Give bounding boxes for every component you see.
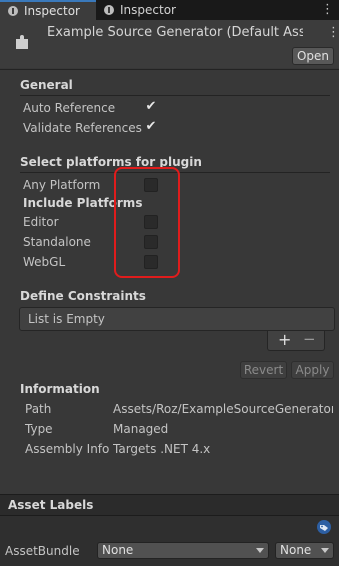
info-assembly-value: Targets .NET 4.x (113, 442, 211, 456)
tab-label: Inspector (24, 4, 80, 18)
revert-button[interactable]: Revert (240, 361, 287, 379)
tab-menu-icon[interactable]: ⋮ (321, 3, 334, 16)
info-path-key: Path (25, 402, 52, 416)
general-section-title: General (20, 78, 73, 92)
validate-references-checkbox[interactable]: ✔ (144, 120, 158, 134)
platform-standalone-label: Standalone (23, 235, 91, 249)
add-constraint-button[interactable]: + (278, 330, 291, 349)
asset-bundle-value: None (102, 543, 134, 557)
tag-icon[interactable] (316, 520, 332, 534)
info-assembly-key: Assembly Info (25, 442, 110, 456)
highlight-annotation (114, 167, 180, 278)
constraints-section-title: Define Constraints (20, 289, 146, 303)
any-platform-label: Any Platform (23, 178, 101, 192)
asset-bundle-label: AssetBundle (5, 544, 80, 558)
info-icon (104, 5, 114, 15)
header-menu-icon[interactable]: ⋮ (327, 26, 339, 39)
asset-labels-title: Asset Labels (8, 498, 94, 512)
asset-variant-dropdown[interactable]: None (275, 542, 334, 559)
info-type-key: Type (25, 422, 53, 436)
constraints-list: List is Empty (19, 307, 335, 331)
open-button[interactable]: Open (292, 47, 334, 65)
tab-label: Inspector (120, 3, 176, 17)
auto-reference-label: Auto Reference (23, 101, 116, 115)
plugin-puzzle-icon (16, 35, 28, 49)
info-type-value: Managed (113, 422, 169, 436)
asset-bundle-dropdown[interactable]: None (97, 542, 269, 559)
tab-inspector[interactable]: Inspector (96, 0, 192, 20)
validate-references-label: Validate References (23, 121, 142, 135)
chevron-down-icon (256, 548, 264, 553)
asset-variant-value: None (280, 543, 312, 557)
info-path-value: Assets/Roz/ExampleSourceGenerator.dll (113, 402, 333, 416)
information-section-title: Information (20, 382, 100, 396)
constraints-list-footer (267, 331, 325, 351)
info-icon (8, 6, 18, 16)
chevron-down-icon (321, 548, 329, 553)
header-divider (0, 69, 339, 70)
auto-reference-checkbox[interactable]: ✔ (144, 100, 158, 114)
remove-constraint-button[interactable]: − (303, 330, 316, 348)
tab-inspector-active[interactable]: Inspector (0, 0, 96, 20)
apply-button[interactable]: Apply (291, 361, 334, 379)
asset-title: Example Source Generator (Default Asse (47, 25, 303, 40)
section-divider (20, 95, 330, 96)
platform-webgl-label: WebGL (23, 255, 66, 269)
platform-editor-label: Editor (23, 215, 59, 229)
